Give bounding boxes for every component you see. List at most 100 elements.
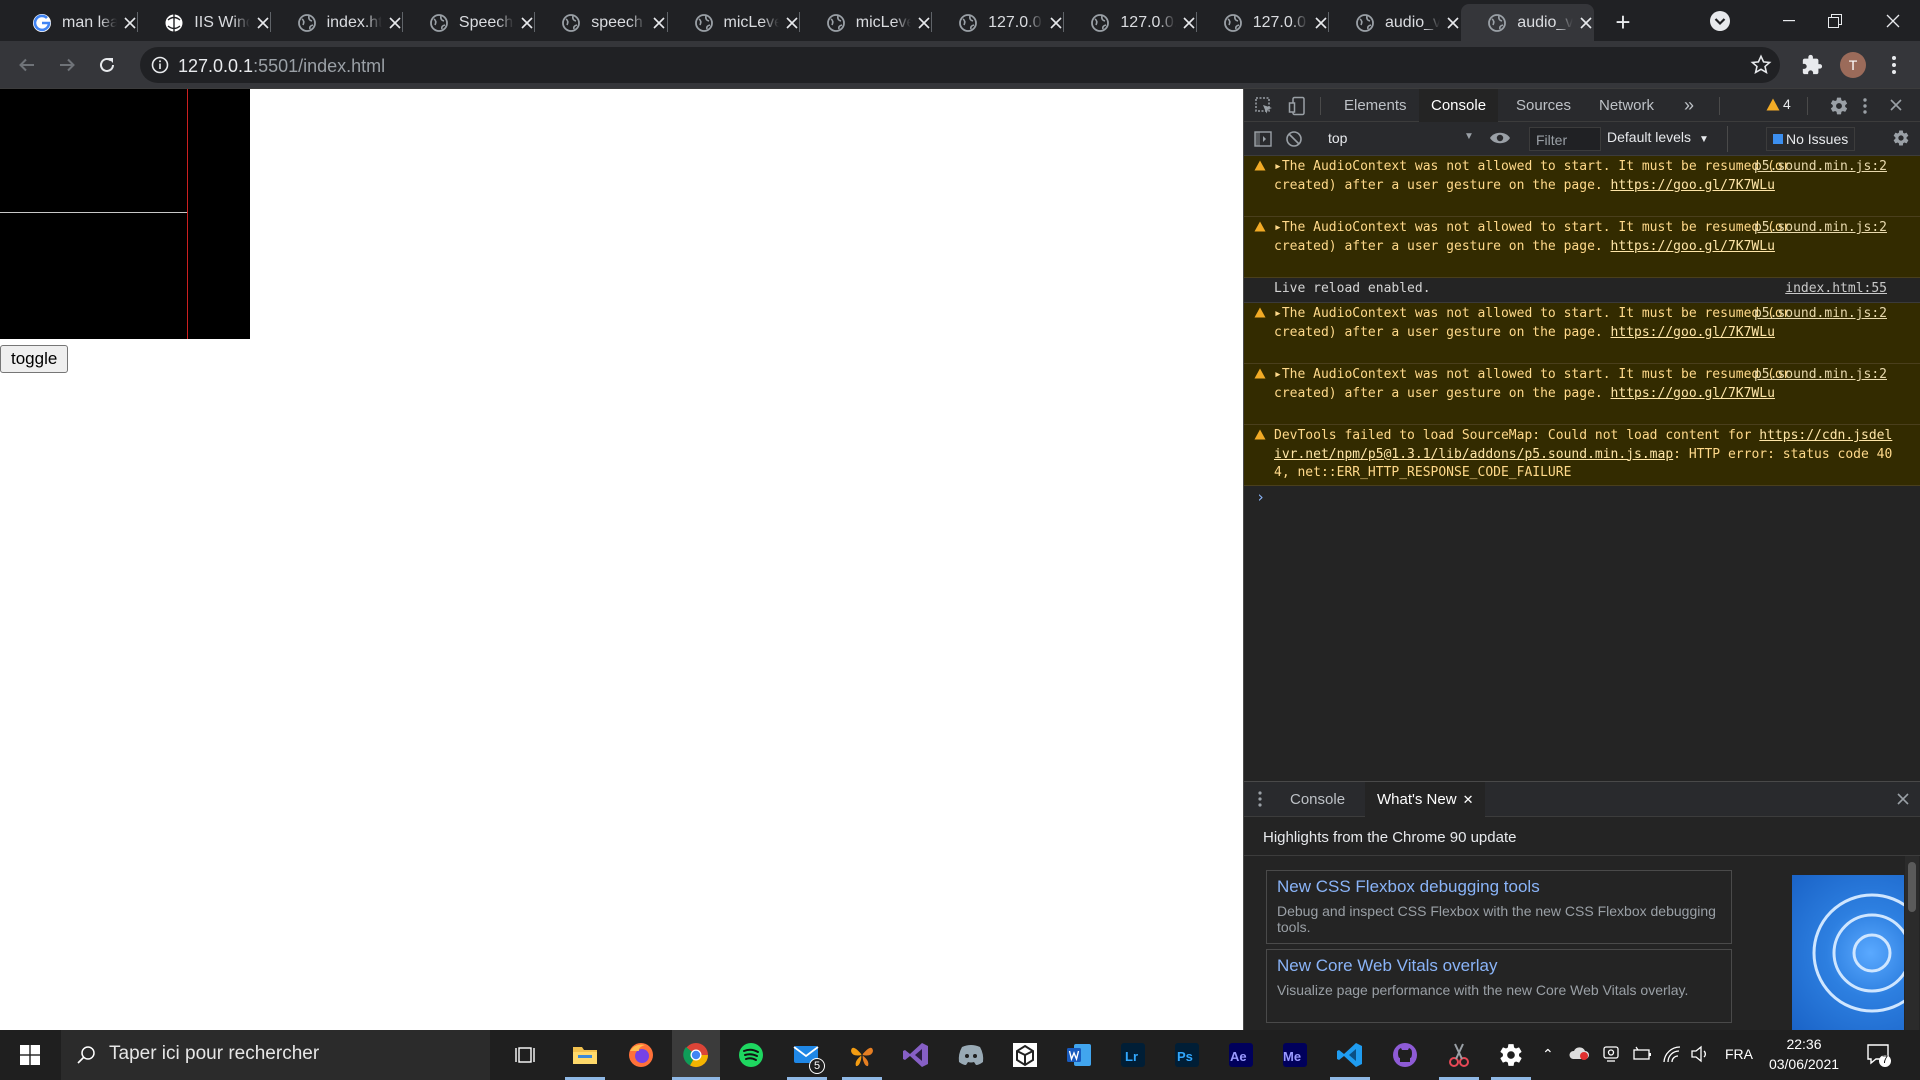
p5-canvas[interactable] [0, 89, 250, 339]
console-message[interactable]: ▸The AudioContext was not allowed to sta… [1244, 364, 1920, 425]
browser-tab[interactable]: 127.0.0. [1064, 4, 1196, 41]
message-link[interactable]: https://goo.gl/7K7WLu [1611, 239, 1775, 254]
browser-tab[interactable]: micLeve [668, 4, 800, 41]
drawer-close-icon[interactable] [1896, 792, 1910, 806]
spotify-icon[interactable] [727, 1038, 775, 1072]
console-filter-input[interactable]: Filter [1529, 127, 1601, 151]
more-tabs-icon[interactable]: » [1684, 89, 1694, 122]
butterfly-icon[interactable] [838, 1038, 886, 1080]
tab-close-icon[interactable] [1578, 14, 1594, 32]
volume-icon[interactable] [1690, 1045, 1710, 1063]
log-levels-dropdown[interactable]: Default levels ▼ [1607, 129, 1709, 145]
task-view-icon[interactable] [502, 1038, 550, 1072]
tab-close-icon[interactable] [1445, 14, 1461, 32]
message-link[interactable]: https://goo.gl/7K7WLu [1611, 178, 1775, 193]
back-button[interactable] [11, 49, 43, 81]
battery-icon[interactable] [1632, 1045, 1652, 1063]
profile-avatar[interactable]: T [1837, 49, 1869, 81]
action-center-icon[interactable]: 7 [1866, 1042, 1892, 1068]
browser-menu-icon[interactable] [1878, 49, 1910, 81]
discord-icon[interactable] [947, 1038, 995, 1072]
clear-console-icon[interactable] [1285, 130, 1303, 148]
console-settings-icon[interactable] [1892, 129, 1910, 147]
drawer-scrollbar[interactable] [1905, 856, 1919, 1031]
address-bar[interactable]: 127.0.0.1:5501/index.html [140, 47, 1780, 83]
card-title[interactable]: New Core Web Vitals overlay [1277, 956, 1497, 976]
console-message[interactable]: ▸The AudioContext was not allowed to sta… [1244, 217, 1920, 278]
unity-icon[interactable] [1001, 1038, 1049, 1072]
tab-close-icon[interactable] [1048, 14, 1064, 32]
bookmark-star-icon[interactable] [1750, 54, 1772, 76]
after-effects-icon[interactable]: Ae [1217, 1038, 1265, 1072]
tab-sources[interactable]: Sources [1516, 89, 1571, 122]
tab-search-button[interactable] [1709, 10, 1731, 32]
drawer-tab-whats-new[interactable]: What's New ✕ [1365, 782, 1486, 817]
whats-new-card[interactable]: New Core Web Vitals overlay Visualize pa… [1266, 949, 1732, 1023]
windows-start-icon[interactable] [12, 1038, 48, 1072]
tab-elements[interactable]: Elements [1344, 89, 1407, 122]
message-source[interactable]: p5.sound.min.js:2 [1754, 366, 1887, 385]
device-toolbar-icon[interactable] [1288, 96, 1308, 116]
console-prompt[interactable]: › [1256, 488, 1265, 506]
message-source[interactable]: p5.sound.min.js:2 [1754, 158, 1887, 177]
window-close-button[interactable] [1866, 0, 1920, 41]
visual-studio-icon[interactable] [892, 1038, 940, 1072]
browser-tab[interactable]: 127.0.0. [1197, 4, 1329, 41]
chrome-icon[interactable] [672, 1030, 720, 1080]
show-hidden-icons-icon[interactable]: ⌃ [1542, 1046, 1554, 1063]
tab-close-icon[interactable] [122, 14, 138, 32]
sidebar-toggle-icon[interactable] [1253, 129, 1273, 149]
devtools-close-icon[interactable] [1889, 98, 1903, 112]
card-title[interactable]: New CSS Flexbox debugging tools [1277, 877, 1540, 897]
browser-tab[interactable]: micLeve [800, 4, 932, 41]
tab-close-icon[interactable] [916, 14, 932, 32]
inspect-element-icon[interactable] [1254, 96, 1274, 116]
browser-tab[interactable]: 127.0.0. [932, 4, 1064, 41]
close-icon[interactable]: ✕ [1463, 792, 1474, 808]
snipping-icon[interactable] [1435, 1038, 1483, 1080]
context-selector[interactable]: top ▼ [1316, 128, 1476, 150]
settings-icon[interactable] [1487, 1038, 1535, 1080]
forward-button[interactable] [51, 49, 83, 81]
tab-close-icon[interactable] [651, 14, 667, 32]
input-language[interactable]: FRA [1725, 1046, 1753, 1062]
message-link[interactable]: https://goo.gl/7K7WLu [1611, 386, 1775, 401]
drawer-menu-icon[interactable] [1257, 790, 1263, 808]
tab-close-icon[interactable] [519, 14, 535, 32]
media-encoder-icon[interactable]: Me [1271, 1038, 1319, 1072]
message-source[interactable]: p5.sound.min.js:2 [1754, 305, 1887, 324]
scrollbar-thumb[interactable] [1908, 862, 1916, 912]
browser-tab[interactable]: speech [535, 4, 667, 41]
photoshop-icon[interactable]: Ps [1163, 1038, 1211, 1072]
message-source[interactable]: index.html:55 [1785, 280, 1887, 299]
browser-tab[interactable]: audio_v [1461, 4, 1594, 41]
word-icon[interactable] [1055, 1038, 1103, 1072]
tab-close-icon[interactable] [784, 14, 800, 32]
lightroom-icon[interactable]: Lr [1109, 1038, 1157, 1072]
vscode-icon[interactable] [1326, 1038, 1374, 1080]
file-explorer-icon[interactable] [561, 1038, 609, 1080]
wifi-icon[interactable] [1662, 1045, 1682, 1063]
warnings-counter[interactable]: 4 [1766, 96, 1791, 112]
restore-button[interactable] [1812, 0, 1858, 41]
tab-console[interactable]: Console [1419, 89, 1499, 122]
message-link[interactable]: https://goo.gl/7K7WLu [1611, 325, 1775, 340]
live-expression-eye-icon[interactable] [1489, 130, 1511, 146]
browser-tab[interactable]: IIS Winc [138, 4, 270, 41]
taskbar-search-box[interactable]: Taper ici pour rechercher [61, 1030, 490, 1080]
browser-tab[interactable]: audio_v [1329, 4, 1461, 41]
tab-close-icon[interactable] [255, 14, 271, 32]
mail-icon[interactable]: 5 [783, 1038, 831, 1080]
whats-new-card[interactable]: New CSS Flexbox debugging tools Debug an… [1266, 870, 1732, 944]
url-text[interactable]: 127.0.0.1:5501/index.html [178, 56, 385, 77]
tab-close-icon[interactable] [387, 14, 403, 32]
tab-close-icon[interactable] [1313, 14, 1329, 32]
firefox-icon[interactable] [617, 1038, 665, 1072]
devtools-settings-icon[interactable] [1829, 96, 1849, 116]
message-source[interactable]: p5.sound.min.js:2 [1754, 219, 1887, 238]
console-message[interactable]: ▸The AudioContext was not allowed to sta… [1244, 156, 1920, 217]
console-message[interactable]: ▸The AudioContext was not allowed to sta… [1244, 303, 1920, 364]
issues-button[interactable]: No Issues [1766, 127, 1856, 151]
tab-network[interactable]: Network [1599, 89, 1654, 122]
tab-close-icon[interactable] [1181, 14, 1197, 32]
